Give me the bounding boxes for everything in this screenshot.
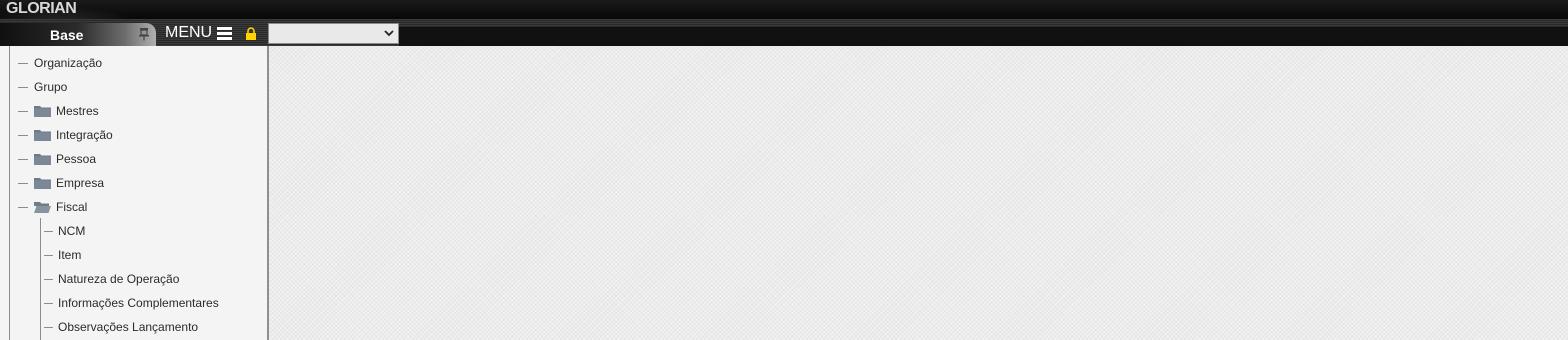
sidebar-item-label: Item	[58, 248, 82, 262]
sidebar-item-label: Observações Lançamento	[58, 320, 199, 334]
sidebar-item-label: Pessoa	[56, 152, 97, 166]
sidebar-item-label: Grupo	[34, 80, 68, 94]
sidebar-item-label: Natureza de Operação	[58, 272, 180, 286]
pin-icon[interactable]	[138, 27, 150, 41]
sidebar-item-integracao[interactable]: Integração	[0, 123, 113, 147]
folder-icon	[34, 178, 51, 189]
sidebar-item-grupo[interactable]: Grupo	[0, 75, 67, 99]
chevron-down-icon	[384, 30, 394, 37]
sidebar-item-label: Integração	[56, 128, 113, 142]
toolbar: Base MENU	[0, 19, 1568, 46]
sidebar-item-fiscal[interactable]: Fiscal	[0, 195, 87, 219]
sidebar-item-label: Fiscal	[56, 200, 88, 214]
main-content	[269, 46, 1568, 340]
lock-icon[interactable]	[245, 27, 257, 40]
folder-icon	[34, 106, 51, 117]
sidebar-item-label: Empresa	[56, 176, 105, 190]
sidebar-item-observacoes-lancamento[interactable]: Observações Lançamento	[0, 315, 198, 339]
sidebar-item-label: NCM	[58, 224, 86, 238]
sidebar-item-ncm[interactable]: NCM	[0, 219, 85, 243]
sidebar-item-mestres[interactable]: Mestres	[0, 99, 99, 123]
folder-icon	[34, 154, 51, 165]
hamburger-icon	[217, 26, 233, 40]
sidebar-item-natureza-operacao[interactable]: Natureza de Operação	[0, 267, 179, 291]
sidebar-item-empresa[interactable]: Empresa	[0, 171, 104, 195]
sidebar-item-label: Organização	[34, 56, 103, 70]
logo-bar: GLORIAN	[0, 0, 1568, 19]
sidebar-item-pessoa[interactable]: Pessoa	[0, 147, 96, 171]
toolbar-dark-strip	[399, 27, 1568, 46]
sidebar-item-informacoes-complementares[interactable]: Informações Complementares	[0, 291, 219, 315]
sidebar-item-organizacao[interactable]: Organização	[0, 51, 102, 75]
module-select[interactable]	[268, 23, 399, 44]
base-tab[interactable]: Base	[0, 23, 156, 46]
sidebar-tree: Organização Grupo Mestres Integração Pes…	[0, 46, 269, 340]
sidebar-item-label: Mestres	[56, 104, 99, 118]
sidebar-item-label: Informações Complementares	[58, 296, 219, 310]
sidebar-item-item[interactable]: Item	[0, 243, 81, 267]
menu-button[interactable]: MENU	[165, 24, 233, 42]
app-logo: GLORIAN	[6, 0, 77, 17]
folder-icon	[34, 130, 51, 141]
menu-label: MENU	[165, 24, 213, 41]
base-label: Base	[50, 27, 84, 43]
folder-open-icon	[34, 202, 51, 213]
